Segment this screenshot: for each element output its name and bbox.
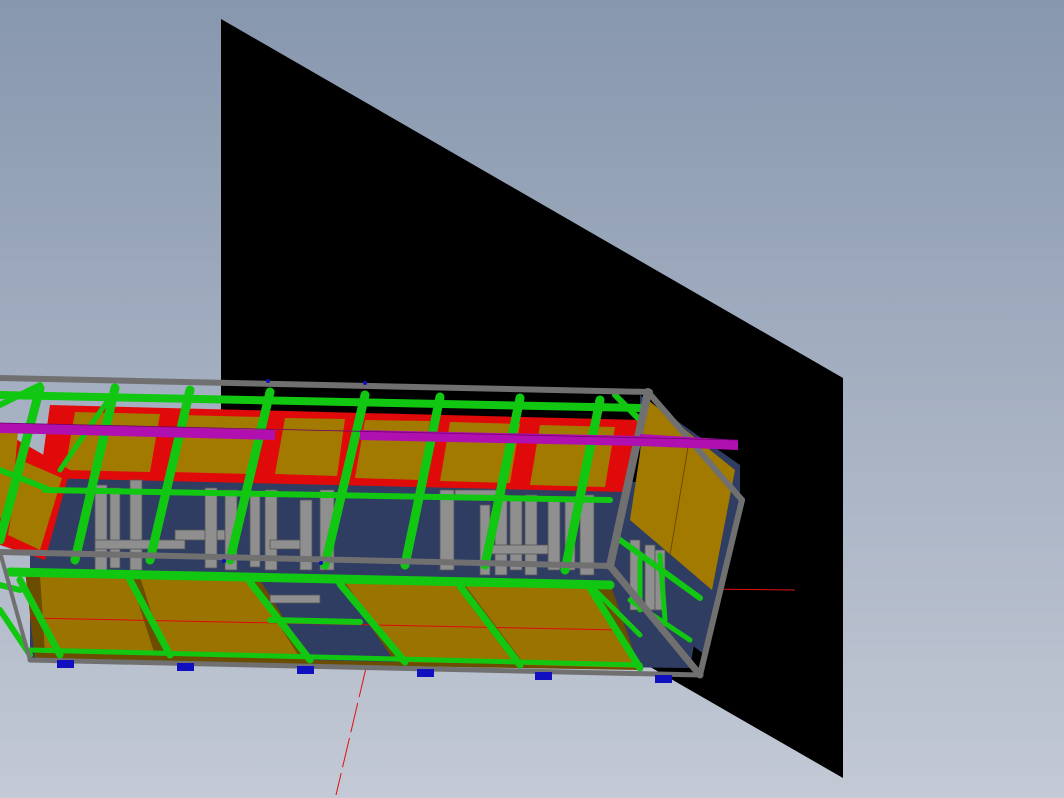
container-frame-assembly[interactable] [0, 375, 745, 683]
cad-3d-viewport[interactable] [0, 0, 1064, 798]
ceiling-panels [40, 405, 640, 492]
model-graphics[interactable] [0, 0, 1064, 798]
